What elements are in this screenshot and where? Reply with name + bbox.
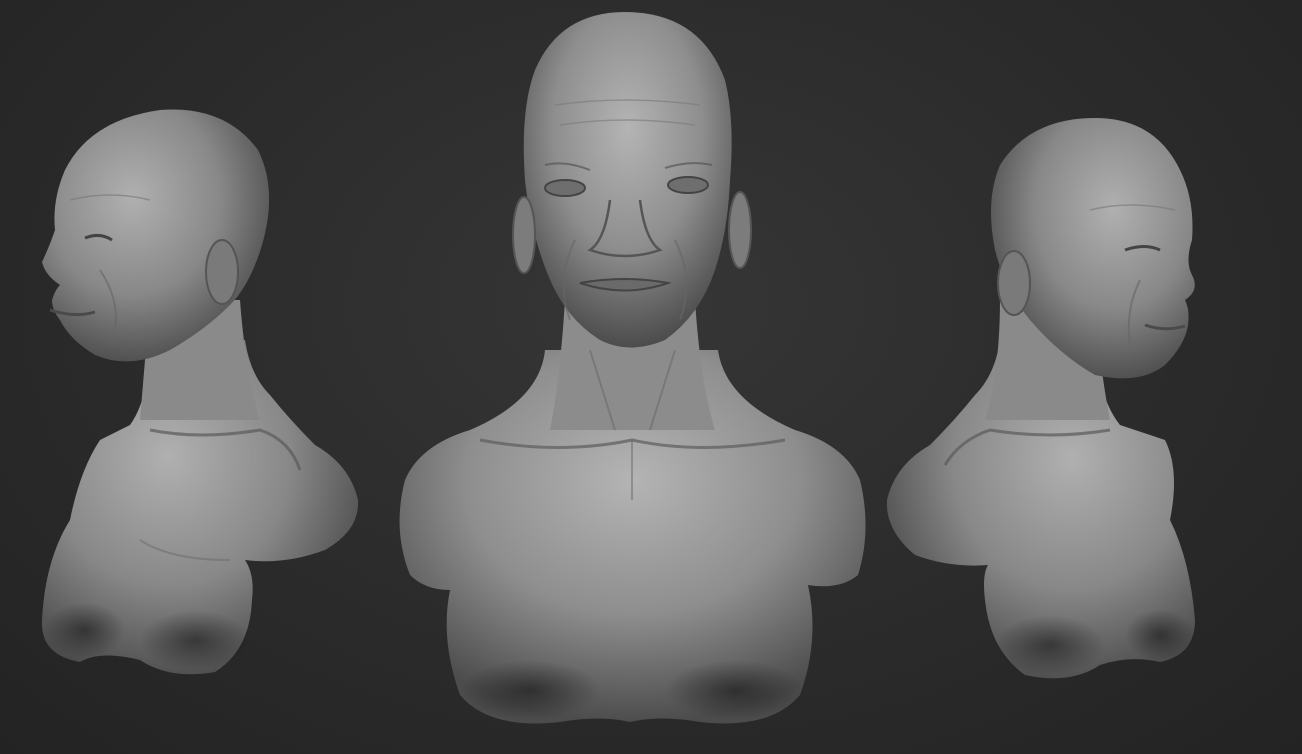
right-bust (886, 118, 1195, 679)
right-bust-ear (997, 250, 1031, 316)
center-bust-breast-shadow-left (460, 660, 600, 720)
left-bust-breast-shadow (140, 610, 250, 670)
center-bust-breast-shadow-right (665, 660, 805, 720)
center-bust-ear-right (728, 191, 752, 269)
center-bust (399, 12, 866, 724)
left-bust-ear (205, 239, 239, 305)
bust-renders (41, 12, 1195, 724)
center-bust-eye-left (544, 179, 586, 197)
left-bust (41, 109, 359, 675)
center-bust-ear-left (512, 196, 536, 274)
left-bust-breast-shadow-2 (45, 602, 125, 658)
right-bust-breast-shadow-2 (1125, 609, 1195, 661)
center-bust-eye-right (667, 176, 709, 194)
right-bust-breast-shadow (995, 615, 1105, 675)
sculpt-viewport[interactable] (0, 0, 1302, 754)
